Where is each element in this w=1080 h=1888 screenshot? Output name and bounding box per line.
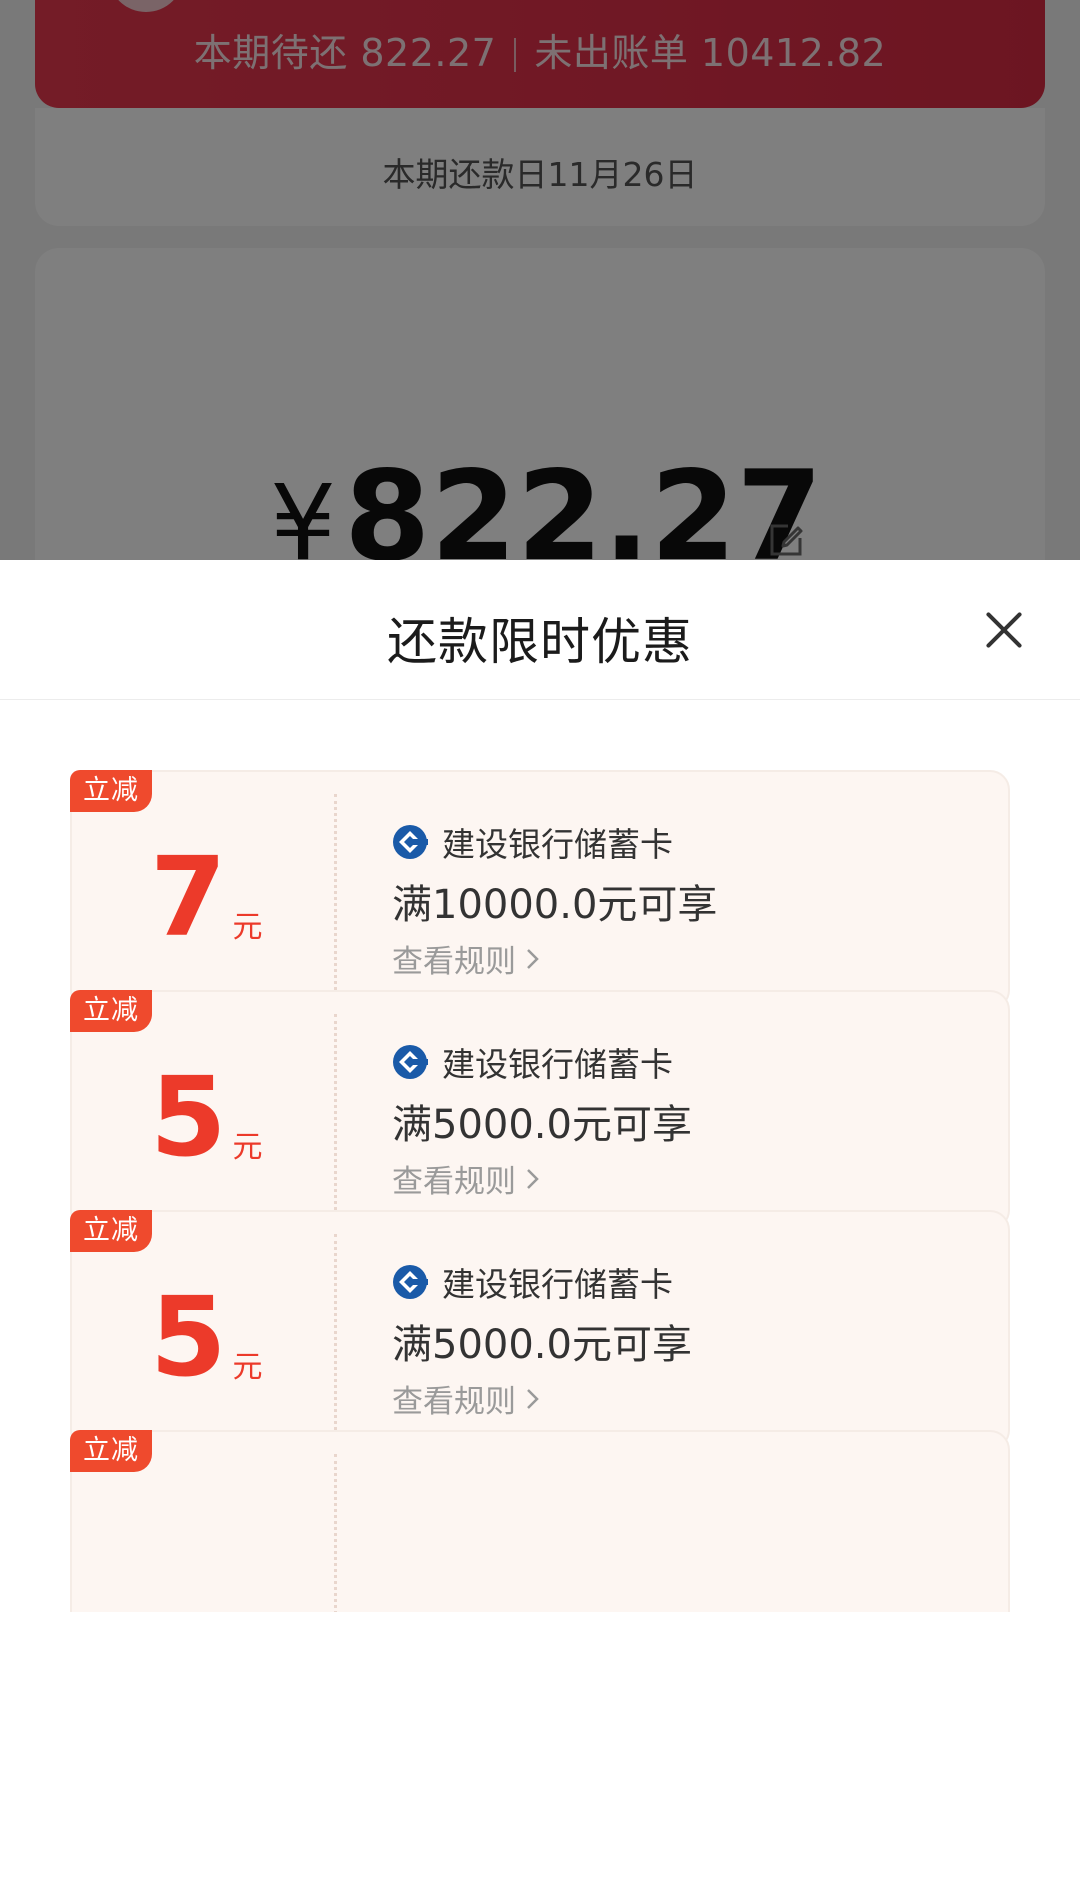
coupon-card[interactable]: 立减 5元 建设银行储蓄卡 满5000.0元可享 查看规则 — [70, 990, 1010, 1230]
bank-row: 建设银行储蓄卡 — [392, 1038, 673, 1086]
discount-value: 7 — [150, 833, 227, 961]
view-rules-label: 查看规则 — [392, 944, 516, 980]
discount-bottom-sheet: 还款限时优惠 立减 7元 建设银行储蓄卡 满10000.0元可享 查看规则 立减… — [0, 560, 1080, 1888]
ccb-logo-icon — [393, 1045, 428, 1079]
dotted-divider — [334, 794, 337, 990]
chevron-right-icon — [527, 1168, 539, 1189]
modal-backdrop[interactable] — [0, 0, 1080, 560]
discount-amount: 7元 — [150, 842, 330, 952]
ccb-logo-icon — [393, 1265, 428, 1299]
discount-amount: 5元 — [150, 1282, 330, 1392]
coupon-card[interactable]: 立减 — [70, 1430, 1010, 1612]
dotted-divider — [334, 1014, 337, 1210]
sheet-title: 还款限时优惠 — [387, 613, 693, 671]
dotted-divider — [334, 1234, 337, 1430]
bank-row: 建设银行储蓄卡 — [392, 1258, 673, 1306]
close-icon[interactable] — [980, 606, 1028, 654]
bank-name: 建设银行储蓄卡 — [442, 825, 673, 864]
bank-name: 建设银行储蓄卡 — [442, 1045, 673, 1084]
coupon-list[interactable]: 立减 7元 建设银行储蓄卡 满10000.0元可享 查看规则 立减 5 元 建设… — [0, 770, 1080, 1612]
discount-unit: 元 — [232, 910, 263, 945]
view-rules-label: 查看规则 — [392, 1164, 516, 1200]
discount-unit: 元 — [232, 1350, 263, 1385]
discount-condition: 满5000.0元可享 — [392, 1102, 692, 1148]
dotted-divider — [334, 1454, 337, 1612]
ccb-logo-icon — [393, 825, 428, 859]
chevron-right-icon — [527, 1388, 539, 1409]
discount-value: 5 — [150, 1273, 227, 1401]
coupon-card[interactable]: 立减 5元 建设银行储蓄卡 满5000.0元可享 查看规则 — [70, 1210, 1010, 1450]
sheet-header: 还款限时优惠 — [0, 560, 1080, 700]
view-rules-label: 查看规则 — [392, 1384, 516, 1420]
discount-amount: 5元 — [150, 1062, 330, 1172]
instant-discount-badge: 立减 — [70, 990, 152, 1032]
bank-row: 建设银行储蓄卡 — [392, 818, 673, 866]
chevron-right-icon — [527, 948, 539, 969]
view-rules-link[interactable]: 查看规则 — [392, 1376, 540, 1421]
discount-condition: 满5000.0元可享 — [392, 1322, 692, 1368]
discount-value: 5 — [150, 1053, 227, 1181]
discount-unit: 元 — [232, 1130, 263, 1165]
view-rules-link[interactable]: 查看规则 — [392, 1156, 540, 1201]
coupon-card[interactable]: 立减 7元 建设银行储蓄卡 满10000.0元可享 查看规则 — [70, 770, 1010, 1010]
view-rules-link[interactable]: 查看规则 — [392, 936, 540, 981]
instant-discount-badge: 立减 — [70, 1210, 152, 1252]
discount-condition: 满10000.0元可享 — [392, 882, 718, 928]
instant-discount-badge: 立减 — [70, 1430, 152, 1472]
instant-discount-badge: 立减 — [70, 770, 152, 812]
bank-name: 建设银行储蓄卡 — [442, 1265, 673, 1304]
